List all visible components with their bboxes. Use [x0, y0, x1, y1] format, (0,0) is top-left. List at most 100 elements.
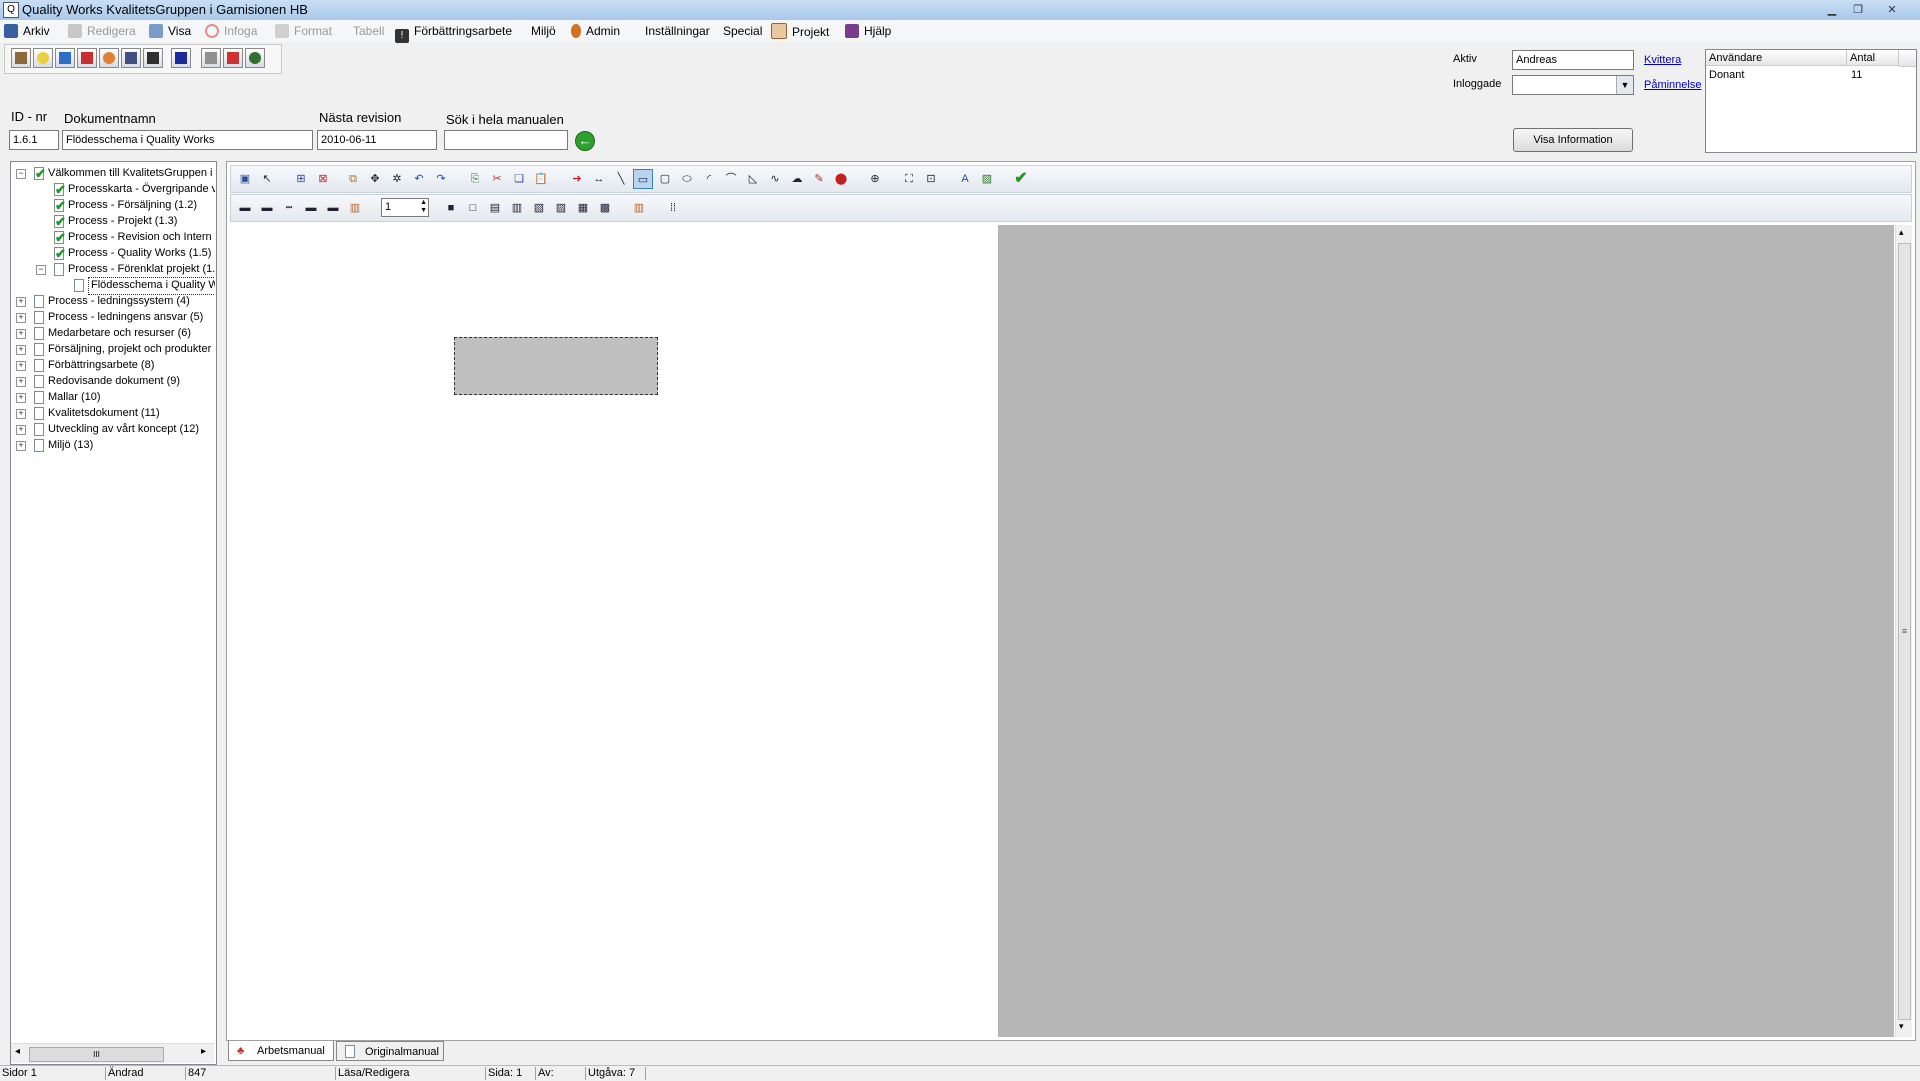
scroll-right-icon[interactable]: ▸	[201, 1046, 206, 1057]
curve-icon[interactable]: ⌒	[721, 169, 741, 189]
copy-icon[interactable]: ❏	[509, 169, 529, 189]
rounded-rect-icon[interactable]: ▢	[655, 169, 675, 189]
docname-field[interactable]: Flödesschema i Quality Works	[62, 130, 313, 150]
people-icon[interactable]	[99, 48, 119, 68]
tree-item[interactable]: Kvalitetsdokument (11)	[48, 405, 160, 421]
expand-icon[interactable]: +	[16, 425, 26, 435]
line-style-dashdot-icon[interactable]: ▬	[301, 198, 321, 218]
scroll-thumb[interactable]: III	[29, 1047, 164, 1062]
expand-icon[interactable]: +	[16, 441, 26, 451]
tools-icon[interactable]	[11, 48, 31, 68]
expand-icon[interactable]: +	[16, 409, 26, 419]
menu-forbattringsarbete[interactable]: ! Förbättringsarbete	[395, 23, 512, 43]
revision-field[interactable]: 2010-06-11	[317, 130, 437, 150]
cut-icon[interactable]: ✂	[487, 169, 507, 189]
maximize-icon[interactable]: ❐	[1846, 2, 1870, 18]
inloggade-dropdown[interactable]: ▼	[1512, 75, 1634, 95]
text-icon[interactable]: A	[955, 169, 975, 189]
line-style-solid-icon[interactable]: ▬	[235, 198, 255, 218]
fill-diagcross-icon[interactable]: ▩	[595, 198, 615, 218]
tree-item[interactable]: Försäljning, projekt och produkter (	[48, 341, 215, 357]
aktiv-field[interactable]: Andreas	[1512, 50, 1634, 70]
id-field[interactable]: 1.6.1	[9, 130, 59, 150]
fill-none-icon[interactable]: □	[463, 198, 483, 218]
fill-vertical-icon[interactable]: ▥	[507, 198, 527, 218]
cloud-icon[interactable]: ☁	[787, 169, 807, 189]
fill-diagonal-icon[interactable]: ▧	[529, 198, 549, 218]
expand-icon[interactable]: +	[16, 345, 26, 355]
group-icon[interactable]: ⧉	[343, 169, 363, 189]
save-icon[interactable]: ▣	[235, 169, 255, 189]
fit-width-icon[interactable]: ⊡	[921, 169, 941, 189]
expand-icon[interactable]: +	[16, 297, 26, 307]
polygon-icon[interactable]: ◺	[743, 169, 763, 189]
menu-projekt[interactable]: Projekt	[771, 23, 829, 39]
search-people-icon[interactable]	[245, 48, 265, 68]
user-list[interactable]: Användare Antal Donant 11	[1705, 49, 1917, 153]
tree-item[interactable]: Process - Förenklat projekt (1.6	[68, 261, 215, 277]
stepper-arrows-icon[interactable]: ▲ ▼	[420, 199, 427, 215]
line-style-thick-icon[interactable]: ▬	[323, 198, 343, 218]
globe-icon[interactable]: ⊕	[865, 169, 885, 189]
tree-item[interactable]: Process - Quality Works (1.5)	[68, 245, 211, 261]
menu-tabell[interactable]: Tabell	[353, 23, 384, 39]
tree-item[interactable]: Processkarta - Övergripande v	[68, 181, 215, 197]
tree-item[interactable]: Process - Försäljning (1.2)	[68, 197, 197, 213]
scroll-up-icon[interactable]: ▴	[1899, 227, 1904, 238]
import-icon[interactable]: ⎘	[465, 169, 485, 189]
expand-icon[interactable]: +	[16, 393, 26, 403]
fill-backdiagonal-icon[interactable]: ▨	[551, 198, 571, 218]
search-input[interactable]	[444, 130, 568, 150]
pointer-icon[interactable]: ↖	[257, 169, 277, 189]
ungroup-icon[interactable]: ✥	[365, 169, 385, 189]
tree-hscrollbar[interactable]: ◂ III ▸	[11, 1043, 214, 1063]
fit-page-icon[interactable]: ⛶	[899, 169, 919, 189]
chevron-down-icon[interactable]: ▼	[1616, 76, 1633, 94]
checkmark-icon[interactable]: ✔	[1011, 169, 1031, 189]
vscroll-thumb[interactable]: ≡	[1898, 243, 1911, 1020]
stop-icon[interactable]: ⬤	[831, 169, 851, 189]
undo-icon[interactable]: ↶	[409, 169, 429, 189]
menu-admin[interactable]: Admin	[571, 23, 620, 39]
canvas-vscrollbar[interactable]: ▴ ≡ ▾	[1895, 225, 1912, 1037]
column-header-antal[interactable]: Antal	[1847, 50, 1899, 66]
scroll-left-icon[interactable]: ◂	[15, 1046, 20, 1057]
collapse-icon[interactable]: −	[36, 265, 46, 275]
grid-icon[interactable]: ⁞⁞	[663, 198, 683, 218]
arrow-line-icon[interactable]: ➔	[567, 169, 587, 189]
collapse-icon[interactable]: −	[16, 169, 26, 179]
tree-item[interactable]: Process - Projekt (1.3)	[68, 213, 177, 229]
print-icon[interactable]	[201, 48, 221, 68]
image-icon[interactable]: ▨	[977, 169, 997, 189]
line-icon[interactable]: ╲	[611, 169, 631, 189]
user-count-cell[interactable]: 11	[1851, 69, 1862, 81]
menu-redigera[interactable]: Redigera	[68, 23, 136, 39]
scroll-down-icon[interactable]: ▾	[1899, 1021, 1904, 1032]
tree-item[interactable]: Redovisande dokument (9)	[48, 373, 180, 389]
pen-icon[interactable]: ✎	[809, 169, 829, 189]
line-style-dash-icon[interactable]: ▬	[257, 198, 277, 218]
menu-special[interactable]: Special	[723, 23, 762, 39]
menu-format[interactable]: Format	[275, 23, 332, 39]
close-icon[interactable]: ✕	[1872, 2, 1912, 18]
tree-item[interactable]: Process - ledningens ansvar (5)	[48, 309, 203, 325]
tree-item[interactable]: Förbättringsarbete (8)	[48, 357, 154, 373]
manual-icon[interactable]	[171, 48, 191, 68]
menu-visa[interactable]: Visa	[149, 23, 191, 39]
menu-hjalp[interactable]: Hjälp	[845, 23, 891, 39]
redo-icon[interactable]: ↷	[431, 169, 451, 189]
report-icon[interactable]	[77, 48, 97, 68]
expand-icon[interactable]: +	[16, 313, 26, 323]
menu-arkiv[interactable]: Arkiv	[4, 23, 50, 39]
column-header-anvandare[interactable]: Användare	[1706, 50, 1847, 66]
dimension-line-icon[interactable]: ↔	[589, 169, 609, 189]
settings-icon[interactable]: ✲	[387, 169, 407, 189]
add-page-icon[interactable]: ⊞	[291, 169, 311, 189]
lightbulb-icon[interactable]	[33, 48, 53, 68]
fill-horizontal-icon[interactable]: ▤	[485, 198, 505, 218]
tree-item[interactable]: Mallar (10)	[48, 389, 101, 405]
fill-cross-icon[interactable]: ▦	[573, 198, 593, 218]
tree-item[interactable]: Medarbetare och resurser (6)	[48, 325, 191, 341]
paminnelse-link[interactable]: Påminnelse	[1644, 79, 1701, 91]
tree-item[interactable]: Process - ledningssystem (4)	[48, 293, 190, 309]
